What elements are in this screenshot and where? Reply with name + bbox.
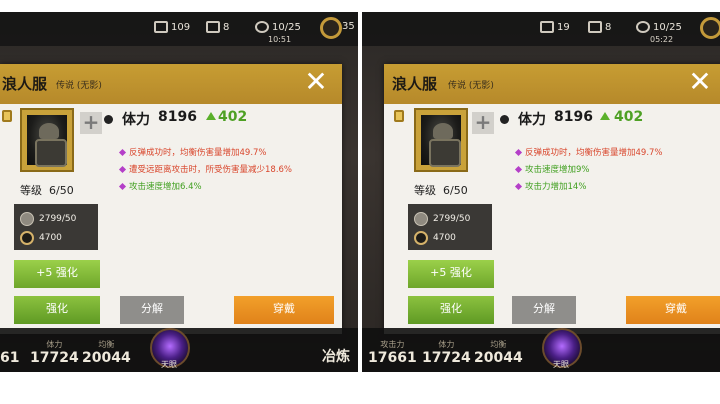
item-portrait [414, 108, 468, 172]
stat-3: 均衡 20044 [474, 340, 523, 366]
attribute-line: 攻击速度增加9% [514, 163, 590, 175]
item-portrait [20, 108, 74, 172]
plus5-upgrade-button[interactable]: +5 强化 [14, 260, 100, 288]
close-button[interactable]: ✕ [686, 68, 714, 97]
stat-1: 攻击力 17661 [368, 340, 417, 366]
lock-icon[interactable] [2, 110, 12, 122]
energy-icon [255, 21, 269, 33]
modal-header: 浪人服 传说 (无影) ✕ [384, 64, 720, 104]
coin-cost: 4700 [414, 231, 456, 245]
stat-1: 61 [0, 350, 20, 366]
player-stats-bar: 61 体力 17724 均衡 20044 天眼 冶炼 [0, 328, 358, 372]
stone-cost: 2799/50 [20, 212, 76, 226]
item-name: 浪人服 [2, 75, 48, 93]
orb-label: 天眼 [161, 360, 177, 369]
resource-bar: 19 8 10/25 05:22 [362, 12, 720, 46]
resource-2: 8 [206, 21, 229, 33]
coin-icon [20, 231, 34, 245]
diamond-icon [118, 148, 127, 156]
add-gem-button[interactable]: + [80, 112, 102, 134]
diamond-icon [514, 182, 523, 190]
add-gem-button[interactable]: + [472, 112, 494, 134]
stone-icon [414, 212, 428, 226]
coin-icon [700, 17, 720, 39]
attribute-line: 遭受远距离攻击时，所受伤害量减少18.6% [118, 163, 292, 175]
stat-3: 均衡 20044 [82, 340, 131, 366]
item-level: 等级 6/50 [20, 184, 74, 197]
coin-icon [414, 231, 428, 245]
upgrade-button[interactable]: 强化 [14, 296, 100, 324]
upgrade-cost: 2799/50 4700 [14, 204, 98, 250]
equip-button[interactable]: 穿戴 [234, 296, 334, 324]
yin-yang-icon [500, 115, 509, 124]
energy-icon [636, 21, 650, 33]
screenshot-panel-right: 19 8 10/25 05:22 浪人服 传说 (无影) ✕ + 等级 6/50… [362, 12, 720, 372]
equip-button[interactable]: 穿戴 [626, 296, 720, 324]
tools-icon [588, 21, 602, 33]
resource-2: 8 [588, 21, 611, 33]
side-menu-text[interactable]: 冶炼 [322, 346, 350, 366]
player-stats-bar: 攻击力 17661 体力 17724 均衡 20044 天眼 [362, 328, 720, 372]
stamina-bonus: 402 [614, 109, 644, 125]
item-quality: 传说 (无影) [448, 81, 494, 91]
item-name: 浪人服 [392, 75, 438, 93]
lock-icon[interactable] [394, 110, 404, 122]
stamina-value: 8196 [158, 109, 197, 125]
resource-1: 109 [154, 21, 190, 33]
armor-icon [421, 115, 461, 167]
stone-icon [20, 212, 34, 226]
decompose-button[interactable]: 分解 [512, 296, 576, 324]
decompose-button[interactable]: 分解 [120, 296, 184, 324]
increase-arrow-icon [600, 112, 610, 120]
stone-cost: 2799/50 [414, 212, 470, 226]
diamond-icon [118, 182, 127, 190]
stamina-bonus: 402 [218, 109, 248, 125]
attribute-line: 攻击速度增加6.4% [118, 180, 202, 192]
resource-3: 10/25 [636, 21, 682, 33]
bed-icon [540, 21, 554, 33]
increase-arrow-icon [206, 112, 216, 120]
diamond-icon [514, 148, 523, 156]
orb-label: 天眼 [553, 360, 569, 369]
coin-icon [320, 17, 342, 39]
upgrade-cost: 2799/50 4700 [408, 204, 492, 250]
item-detail-modal: 浪人服 传说 (无影) ✕ + 等级 6/50 2799/50 4700 +5 … [0, 64, 342, 334]
resource-bar: 109 8 10/25 10:51 35 [0, 12, 358, 46]
attribute-line: 反弹成功时，均衡伤害量增加49.7% [118, 146, 267, 158]
diamond-icon [514, 165, 523, 173]
stamina-value: 8196 [554, 109, 593, 125]
tools-icon [206, 21, 220, 33]
attribute-line: 反弹成功时，均衡伤害量增加49.7% [514, 146, 663, 158]
resource-1: 19 [540, 21, 570, 33]
stat-2: 体力 17724 [422, 340, 471, 366]
upgrade-button[interactable]: 强化 [408, 296, 494, 324]
coin-cost: 4700 [20, 231, 62, 245]
item-detail-modal: 浪人服 传说 (无影) ✕ + 等级 6/50 2799/50 4700 +5 … [384, 64, 720, 334]
modal-header: 浪人服 传说 (无影) ✕ [0, 64, 342, 104]
yin-yang-icon [104, 115, 113, 124]
stat-2: 体力 17724 [30, 340, 79, 366]
screenshot-panel-left: 109 8 10/25 10:51 35 浪人服 传说 (无影) ✕ + 等级 … [0, 12, 358, 372]
diamond-icon [118, 165, 127, 173]
item-quality: 传说 (无影) [56, 81, 102, 91]
armor-icon [27, 115, 67, 167]
stamina-label: 体力 [518, 112, 546, 128]
refresh-timer: 10:51 [268, 35, 292, 44]
attribute-line: 攻击力增加14% [514, 180, 586, 192]
resource-4: 35 [342, 21, 355, 32]
plus5-upgrade-button[interactable]: +5 强化 [408, 260, 494, 288]
bed-icon [154, 21, 168, 33]
item-level: 等级 6/50 [414, 184, 468, 197]
refresh-timer: 05:22 [650, 35, 674, 44]
resource-3: 10/25 [255, 21, 301, 33]
stamina-label: 体力 [122, 112, 150, 128]
close-button[interactable]: ✕ [302, 68, 330, 97]
